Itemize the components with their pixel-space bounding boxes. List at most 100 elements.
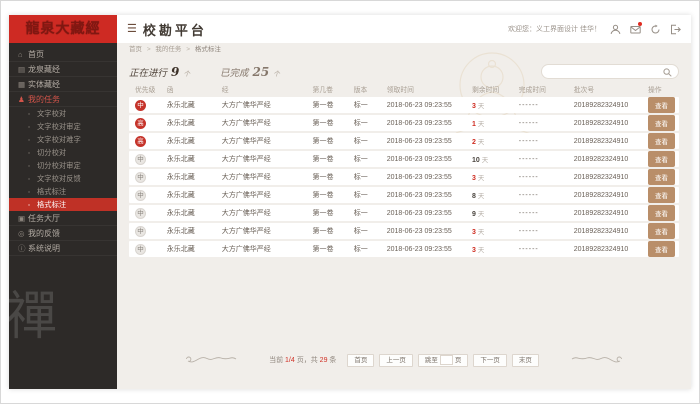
user-icon[interactable] [610,24,621,35]
tabs-row: 正在进行 9 个 已完成 25 个 [129,57,679,81]
remain-unit: 天 [478,229,485,236]
sidebar-item-label: 切分校对 [37,148,66,157]
view-button[interactable]: 查看 [648,169,675,185]
col-finished: 完成时间 [517,83,572,95]
cell-finished: ------ [517,223,572,239]
remain-unit: 天 [478,211,485,218]
sidebar-item-my-feedback[interactable]: ◎我的反馈 [9,226,117,241]
cell-batch: 20189282324910 [572,205,646,221]
view-button[interactable]: 查看 [648,97,675,113]
cell-claimed: 2018-06-23 09:23:55 [385,241,470,257]
remain-unit: 天 [478,139,485,146]
cell-batch: 20189282324910 [572,223,646,239]
priority-badge: 中 [135,244,146,255]
col-action: 操作 [646,83,679,95]
sidebar-subitem-text-proof-feedback[interactable]: ▫文字校对反馈 [9,172,117,185]
remain-unit: 天 [478,175,485,182]
jump-page-input[interactable] [440,355,453,365]
my-task-icon: ♟ [18,92,28,107]
tab-count: 9 [171,65,179,79]
sidebar-item-task-hall[interactable]: ▣任务大厅 [9,211,117,226]
breadcrumb: 首页 > 我的任务 > 格式标注 [117,43,691,57]
sidebar-item-home[interactable]: ⌂首页 [9,47,117,62]
cell-batch: 20189282324910 [572,97,646,113]
cell-finished: ------ [517,97,572,113]
tab-count: 25 [252,65,269,79]
col-jing: 经 [220,83,311,95]
priority-badge: 中 [135,226,146,237]
task-table-body: 中 永乐北藏 大方广佛华严经 第一卷 标一 2018-06-23 09:23:5… [129,97,679,257]
sidebar-item-label: 任务大厅 [28,214,60,223]
priority-badge: 高 [135,118,146,129]
tab-in-progress[interactable]: 正在进行 9 个 [129,65,190,79]
cell-version: 标一 [352,133,385,149]
cell-claimed: 2018-06-23 09:23:55 [385,97,470,113]
mail-icon[interactable] [630,24,641,35]
col-volume: 第几卷 [311,83,352,95]
remain-unit: 天 [482,157,489,164]
breadcrumb-current: 格式标注 [195,46,221,53]
pagination: 当前 1/4 页，共 29 条 首页 上一页 跳至页 下一页 末页 [117,353,691,367]
sidebar-item-my-tasks[interactable]: ♟我的任务 [9,92,117,107]
topbar-right: 欢迎您：义工界面设计 佳华！ [508,24,681,35]
remain-unit: 天 [478,193,485,200]
sidebar-item-label: 系统说明 [28,244,60,253]
sidebar-item-system-info[interactable]: ⓘ系统说明 [9,241,117,256]
refresh-icon[interactable] [650,24,661,35]
remain-unit: 天 [478,247,485,254]
tab-completed[interactable]: 已完成 25 个 [220,65,280,79]
first-page-button[interactable]: 首页 [347,354,374,367]
next-page-button[interactable]: 下一页 [473,354,507,367]
remain-value: 8 [472,193,476,200]
view-button[interactable]: 查看 [648,151,675,167]
sidebar-item-label: 我的反馈 [28,229,60,238]
remain-value: 3 [472,103,476,110]
cell-volume: 第一卷 [311,241,352,257]
sidebar-item-physical-canon[interactable]: ▦实体藏经 [9,77,117,92]
task-table: 优先级 函 经 第几卷 版本 领取时间 剩余时间 完成时间 批次号 操作 [129,81,679,259]
cell-batch: 20189282324910 [572,115,646,131]
remain-unit: 天 [478,121,485,128]
cell-han: 永乐北藏 [165,151,220,167]
pagination-label: 页，共 [297,357,318,364]
view-button[interactable]: 查看 [648,133,675,149]
sidebar-item-label: 格式标注 [37,187,66,196]
sidebar-item-longquan-canon[interactable]: ▤龙泉藏经 [9,62,117,77]
search-box [541,64,679,79]
tab-unit: 个 [183,70,190,78]
cell-claimed: 2018-06-23 09:23:55 [385,115,470,131]
sidebar-subitem-text-proof[interactable]: ▫文字校对 [9,107,117,120]
breadcrumb-home[interactable]: 首页 [129,46,142,53]
priority-badge: 高 [135,136,146,147]
sidebar-subitem-segment-proof-review[interactable]: ▫切分校对审定 [9,159,117,172]
cell-han: 永乐北藏 [165,169,220,185]
sidebar-subitem-text-proof-review[interactable]: ▫文字校对审定 [9,120,117,133]
sidebar-subitem-format-annotation-active[interactable]: ▫格式标注 [9,198,117,211]
prev-page-button[interactable]: 上一页 [379,354,413,367]
content: 正在进行 9 个 已完成 25 个 [117,57,691,259]
cell-batch: 20189282324910 [572,133,646,149]
logout-icon[interactable] [670,24,681,35]
breadcrumb-my-tasks[interactable]: 我的任务 [155,46,181,53]
sidebar: 龍泉大藏經 ⌂首页 ▤龙泉藏经 ▦实体藏经 ♟我的任务 ▫文字校对 [9,15,117,389]
main-panel: ☰ 校勘平台 欢迎您：义工界面设计 佳华！ [117,15,691,389]
view-button[interactable]: 查看 [648,115,675,131]
view-button[interactable]: 查看 [648,241,675,257]
table-row: 中 永乐北藏 大方广佛华严经 第一卷 标一 2018-06-23 09:23:5… [129,97,679,113]
view-button[interactable]: 查看 [648,205,675,221]
cell-claimed: 2018-06-23 09:23:55 [385,133,470,149]
cell-finished: ------ [517,115,572,131]
last-page-button[interactable]: 末页 [512,354,539,367]
search-input[interactable] [550,66,660,77]
book-icon: ▦ [18,77,28,92]
cell-volume: 第一卷 [311,97,352,113]
sidebar-subitem-segment-proof[interactable]: ▫切分校对 [9,146,117,159]
hamburger-icon[interactable]: ☰ [127,24,137,35]
cell-version: 标一 [352,151,385,167]
sidebar-subitem-format-annotation[interactable]: ▫格式标注 [9,185,117,198]
view-button[interactable]: 查看 [648,187,675,203]
tab-unit: 个 [273,70,280,78]
priority-badge: 中 [135,100,146,111]
sidebar-subitem-text-proof-hard-chars[interactable]: ▫文字校对难字 [9,133,117,146]
view-button[interactable]: 查看 [648,223,675,239]
